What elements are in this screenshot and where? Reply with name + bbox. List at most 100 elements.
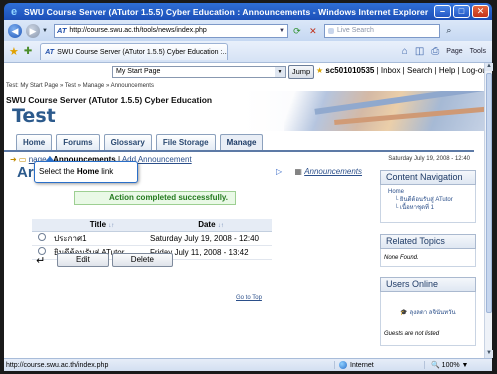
refresh-icon[interactable]: ⟳ — [290, 24, 304, 38]
content-navigation-body: Home └ ยินดีต้อนรับสู่ ATutor └ เนื้อหาช… — [380, 185, 476, 223]
back-button[interactable]: ◀ — [8, 23, 22, 38]
table-row[interactable]: ประกาศ1 Saturday July 19, 2008 - 12:40 — [32, 231, 272, 246]
address-toolbar: ◀ ▶ ▼ AT http://course.swu.ac.th/tools/n… — [4, 20, 492, 41]
minimize-button[interactable]: – — [434, 5, 451, 18]
course-title: Test — [12, 105, 56, 127]
maximize-button[interactable]: □ — [453, 5, 470, 18]
scroll-thumb[interactable] — [486, 73, 492, 313]
date-column-header[interactable]: Date ↓↑ — [150, 219, 272, 232]
users-online-box: Users Online 🎓 ลุงลดา ลจินันทวัน Guests … — [380, 277, 476, 346]
instruction-tooltip: Select the Home link — [34, 156, 138, 183]
tab-home[interactable]: Home — [16, 134, 53, 150]
search-icon[interactable]: ⌕ — [442, 25, 456, 36]
content-nav-item-label[interactable]: ยินดีต้อนรับสู่ ATutor — [400, 197, 453, 203]
course-nav-tabs: Home Forums Glossary File Storage Manage — [16, 134, 264, 151]
content-navigation-box: Content Navigation Home └ ยินดีต้อนรับสู… — [380, 170, 476, 223]
page-menu[interactable]: Page — [446, 48, 462, 55]
address-dropdown-icon[interactable]: ▼ — [277, 28, 287, 34]
tools-menu[interactable]: Tools — [470, 48, 486, 55]
jump-button[interactable]: Jump — [288, 65, 314, 79]
date-header-label[interactable]: Date — [198, 220, 215, 229]
ie-icon: e — [10, 5, 18, 18]
row-select[interactable] — [32, 231, 54, 246]
online-user[interactable]: 🎓 ลุงลดา ลจินันทวัน — [384, 307, 472, 317]
content-nav-item-label[interactable]: เนื้อหาชุดที่ 1 — [400, 205, 434, 211]
stop-icon[interactable]: ✕ — [306, 24, 320, 38]
scroll-down-icon[interactable]: ▼ — [485, 350, 493, 358]
tab-glossary[interactable]: Glossary — [103, 134, 152, 150]
online-user-name[interactable]: ลุงลดา ลจินันทวัน — [410, 310, 456, 316]
atutor-favicon-icon: AT — [56, 26, 67, 35]
jump-bar: My Start Page ▼ Jump ★ sc501010535 | Inb… — [4, 63, 484, 80]
browser-tab-label: SWU Course Server (ATutor 1.5.5) Cyber E… — [57, 48, 229, 56]
home-icon[interactable]: ⌂ — [402, 46, 408, 57]
table-header-row: Title ↓↑ Date ↓↑ — [32, 219, 272, 232]
user-links-text[interactable]: | Inbox | Search | Help | Log-out — [374, 66, 484, 75]
add-favorites-icon[interactable]: ✚ — [24, 46, 32, 57]
radio-button[interactable] — [38, 233, 46, 241]
security-zone: Internet — [334, 361, 424, 369]
tab-file-storage[interactable]: File Storage — [155, 134, 216, 150]
content-navigation-header[interactable]: Content Navigation — [380, 170, 476, 185]
live-search-input[interactable]: Live Search — [323, 23, 440, 38]
next-arrow-icon[interactable]: ▷ — [276, 167, 282, 176]
related-topics-box: Related Topics None Found. — [380, 234, 476, 267]
users-online-header[interactable]: Users Online — [380, 277, 476, 292]
subnav-icons[interactable]: ➜ ▭ — [10, 155, 29, 164]
content-nav-item[interactable]: └ เนื้อหาชุดที่ 1 — [384, 204, 472, 212]
jump-select[interactable]: My Start Page ▼ — [112, 66, 286, 78]
announcement-title: ประกาศ1 — [54, 231, 150, 246]
history-dropdown-icon[interactable]: ▼ — [42, 28, 48, 34]
jump-dropdown-icon[interactable]: ▼ — [275, 67, 285, 77]
address-url[interactable]: http://course.swu.ac.th/tools/news/index… — [69, 27, 277, 34]
close-window-button[interactable]: ✕ — [472, 5, 489, 18]
zone-label: Internet — [350, 361, 374, 369]
atutor-tab-icon: AT — [45, 48, 55, 56]
favorites-star-icon[interactable]: ★ — [9, 45, 19, 58]
tab-forums[interactable]: Forums — [56, 134, 100, 150]
tooltip-prefix: Select the — [39, 167, 77, 176]
tab-toolbar: ★ ✚ AT SWU Course Server (ATutor 1.5.5) … — [4, 41, 492, 63]
table-actions: ↵ Edit Delete — [36, 253, 173, 267]
scroll-up-icon[interactable]: ▲ — [485, 63, 493, 71]
title-column-header[interactable]: Title ↓↑ — [54, 219, 150, 232]
user-star-icon: ★ — [316, 66, 324, 75]
go-to-top-link[interactable]: Go to Top — [236, 295, 262, 301]
username[interactable]: sc501010535 — [325, 66, 374, 75]
announcements-link[interactable]: Announcements — [304, 167, 362, 176]
vertical-scrollbar[interactable]: ▲ ▼ — [484, 63, 493, 358]
page-heading: Ar — [17, 164, 34, 181]
address-bar[interactable]: AT http://course.swu.ac.th/tools/news/in… — [53, 23, 288, 38]
current-datetime: Saturday July 19, 2008 - 12:40 — [388, 156, 470, 162]
edit-button[interactable]: Edit — [57, 253, 109, 267]
sort-icon[interactable]: ↓↑ — [218, 223, 224, 229]
user-links: ★ sc501010535 | Inbox | Search | Help | … — [316, 66, 484, 75]
tab-manage[interactable]: Manage — [219, 134, 264, 150]
browser-tab[interactable]: AT SWU Course Server (ATutor 1.5.5) Cybe… — [40, 43, 229, 60]
related-topics-body: None Found. — [380, 249, 476, 267]
title-header-label[interactable]: Title — [90, 220, 106, 229]
users-online-body: 🎓 ลุงลดา ลจินันทวัน Guests are not liste… — [380, 292, 476, 346]
content-nav-root[interactable]: Home — [384, 188, 472, 196]
print-icon[interactable]: ⎙ — [431, 46, 439, 57]
select-column-header — [32, 219, 54, 232]
guests-note: Guests are not listed — [384, 331, 440, 337]
related-topics-header[interactable]: Related Topics — [380, 234, 476, 249]
return-arrow-icon: ↵ — [36, 254, 46, 267]
forward-button[interactable]: ▶ — [26, 23, 40, 38]
delete-button[interactable]: Delete — [111, 253, 173, 267]
jump-select-value: My Start Page — [116, 68, 161, 75]
content-nav-item[interactable]: └ ยินดีต้อนรับสู่ ATutor — [384, 196, 472, 204]
announcement-date: Saturday July 19, 2008 - 12:40 — [150, 231, 272, 246]
status-bar: http://course.swu.ac.th/index.php Intern… — [4, 358, 492, 371]
sitemap-icon[interactable]: ▦ — [294, 167, 302, 176]
zoom-value[interactable]: 100% — [442, 362, 460, 369]
tooltip-suffix: link — [99, 167, 114, 176]
zoom-level[interactable]: 🔍 100% ▼ — [424, 361, 468, 369]
tooltip-bold: Home — [76, 167, 100, 176]
success-feedback: Action completed successfully. — [74, 191, 236, 205]
feeds-icon[interactable]: ◫ — [415, 46, 424, 57]
sort-icon[interactable]: ↓↑ — [108, 223, 114, 229]
page-tools: ▷ ▦ Announcements — [276, 167, 362, 176]
breadcrumb[interactable]: Test: My Start Page » Test » Manage » An… — [6, 83, 154, 89]
